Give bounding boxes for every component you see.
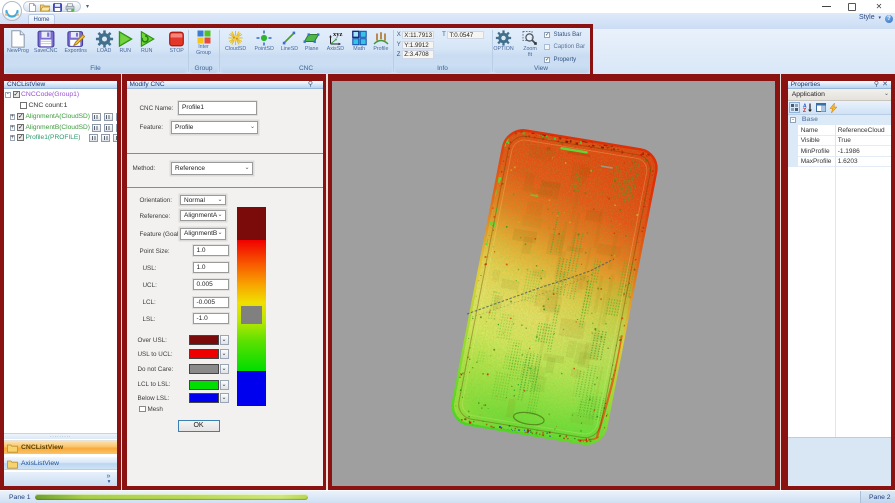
svg-text:xyz: xyz — [333, 31, 343, 38]
svg-text:Z: Z — [803, 108, 806, 112]
